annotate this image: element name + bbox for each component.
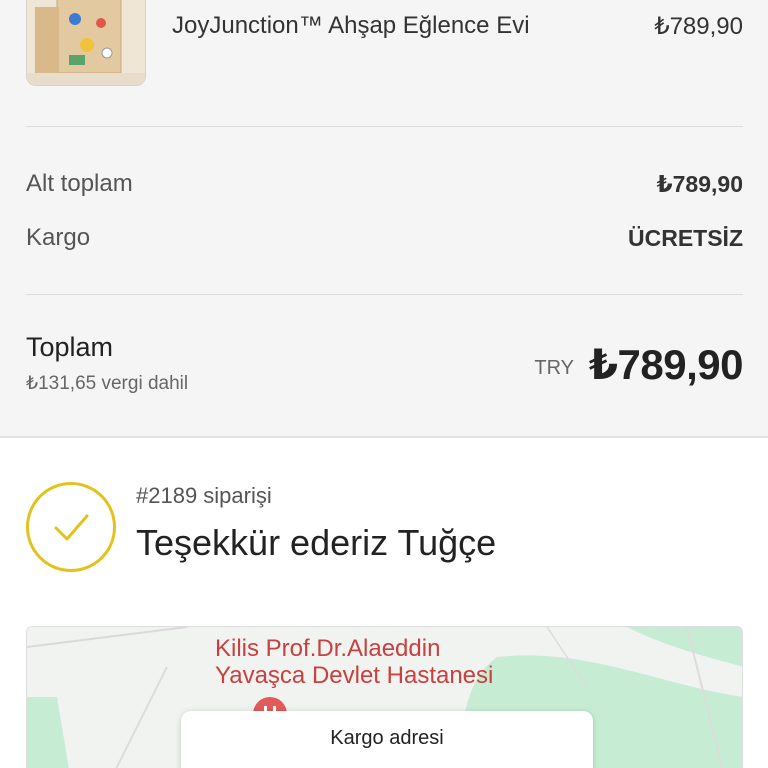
order-summary: JoyJunction™ Ahşap Eğlence Evi ₺789,90 A… (0, 0, 768, 438)
subtotal-label: Alt toplam (26, 170, 133, 197)
map-place-line2: Yavaşca Devlet Hastanesi (215, 662, 494, 689)
order-number: #2189 siparişi (136, 483, 272, 508)
tax-note: ₺131,65 vergi dahil (26, 373, 189, 394)
total-amount: ₺789,90 (588, 341, 744, 388)
product-name: JoyJunction™ Ahşap Eğlence Evi (172, 12, 530, 39)
shipping-address-card[interactable]: Kargo adresi (181, 711, 593, 768)
total-currency: TRY (534, 357, 574, 379)
subtotal-value: ₺789,90 (656, 171, 743, 197)
map-place-label: Kilis Prof.Dr.Alaeddin Yavaşca Devlet Ha… (215, 635, 493, 689)
total-label: Toplam (26, 332, 114, 362)
divider (26, 126, 743, 127)
divider (26, 294, 743, 295)
product-price: ₺789,90 (654, 13, 743, 40)
product-thumbnail (26, 0, 146, 86)
shipping-value: ÜCRETSİZ (628, 225, 743, 251)
shipping-address-title: Kargo adresi (330, 727, 444, 749)
map-place-line1: Kilis Prof.Dr.Alaeddin (215, 635, 441, 662)
shipping-label: Kargo (26, 224, 91, 251)
thank-you-heading: Teşekkür ederiz Tuğçe (136, 522, 497, 563)
check-icon (26, 482, 116, 572)
shipping-map[interactable]: Kilis Prof.Dr.Alaeddin Yavaşca Devlet Ha… (26, 626, 743, 768)
